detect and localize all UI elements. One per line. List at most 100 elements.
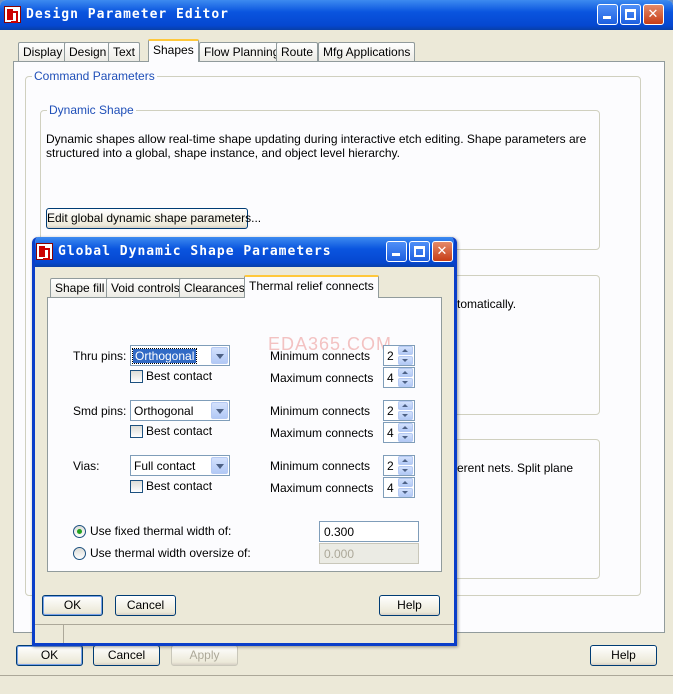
spin-up-icon[interactable]: [398, 478, 413, 487]
spin-down-icon[interactable]: [398, 378, 413, 387]
spin-down-icon[interactable]: [398, 411, 413, 420]
smd-pins-best-contact-checkbox[interactable]: [130, 425, 143, 438]
thru-pins-label: Thru pins:: [73, 349, 127, 363]
close-icon: ✕: [647, 7, 660, 22]
dynamic-shape-group: Dynamic Shape Dynamic shapes allow real-…: [40, 103, 600, 250]
edit-global-dynamic-shape-button[interactable]: Edit global dynamic shape parameters...: [46, 208, 261, 229]
spin-up-icon[interactable]: [398, 456, 413, 465]
vias-max-value: 4: [387, 481, 394, 495]
dialog-help-button[interactable]: Help: [379, 595, 440, 616]
tab-clearances[interactable]: Clearances: [179, 278, 250, 297]
partial-text-split-plane: erent nets. Split plane: [457, 461, 574, 475]
tab-mfg-applications[interactable]: Mfg Applications: [318, 42, 416, 61]
main-apply-button[interactable]: Apply: [171, 645, 238, 666]
main-title-bar[interactable]: Design Parameter Editor ✕: [0, 0, 673, 30]
dialog-status-bar: [35, 624, 454, 643]
thermal-width-oversize-input[interactable]: 0.000: [319, 543, 419, 564]
tab-void-controls[interactable]: Void controls: [106, 278, 185, 297]
vias-value: Full contact: [134, 459, 196, 473]
dialog-tab-strip: Shape fill Void controls Clearances Ther…: [35, 275, 454, 298]
vias-best-contact-label: Best contact: [146, 479, 213, 493]
dynamic-shape-label: Dynamic Shape: [47, 103, 136, 117]
smd-pins-label: Smd pins:: [73, 404, 127, 418]
main-tab-strip: Display Design Text Shapes Flow Planning…: [0, 39, 673, 62]
thermal-relief-panel: EDA365.COM Thru pins: Orthogonal Best co…: [47, 297, 442, 572]
tab-design[interactable]: Design: [64, 42, 112, 61]
dialog-title: Global Dynamic Shape Parameters: [58, 244, 332, 259]
minimize-icon: [392, 253, 400, 256]
partial-text-automatically: tomatically.: [457, 297, 517, 311]
thru-pins-min-value: 2: [387, 349, 394, 363]
fixed-thermal-width-radio[interactable]: [73, 525, 86, 538]
dialog-title-bar[interactable]: Global Dynamic Shape Parameters ✕: [35, 237, 454, 267]
close-button[interactable]: ✕: [643, 4, 664, 25]
spin-up-icon[interactable]: [398, 346, 413, 355]
dialog-ok-button[interactable]: OK: [42, 595, 103, 616]
chevron-down-icon[interactable]: [211, 402, 228, 419]
thru-pins-select[interactable]: Orthogonal: [130, 345, 230, 366]
vias-label: Vias:: [73, 459, 100, 473]
maximize-icon: [625, 9, 636, 20]
thru-pins-max-spinner[interactable]: 4: [383, 367, 415, 388]
dialog-cancel-button[interactable]: Cancel: [115, 595, 176, 616]
dynamic-shape-description-2: structured into a global, shape instance…: [46, 146, 400, 160]
tab-flow-planning[interactable]: Flow Planning: [199, 42, 285, 61]
thermal-width-oversize-radio[interactable]: [73, 547, 86, 560]
tab-thermal-relief-connects[interactable]: Thermal relief connects: [244, 275, 379, 298]
tab-text[interactable]: Text: [108, 42, 141, 61]
main-cancel-button[interactable]: Cancel: [93, 645, 160, 666]
app-icon: [4, 6, 21, 23]
smd-pins-min-value: 2: [387, 404, 394, 418]
smd-pins-max-spinner[interactable]: 4: [383, 422, 415, 443]
tab-shapes[interactable]: Shapes: [148, 39, 199, 62]
spin-up-icon[interactable]: [398, 368, 413, 377]
thru-pins-max-label: Maximum connects: [270, 371, 374, 385]
vias-best-contact-checkbox[interactable]: [130, 480, 143, 493]
vias-min-label: Minimum connects: [270, 459, 371, 473]
main-window-title: Design Parameter Editor: [26, 7, 230, 22]
thru-pins-min-label: Minimum connects: [270, 349, 371, 363]
smd-pins-value: Orthogonal: [134, 404, 194, 418]
status-bar-divider: [63, 625, 64, 643]
fixed-thermal-width-input[interactable]: 0.300: [319, 521, 419, 542]
spin-down-icon[interactable]: [398, 433, 413, 442]
dialog-close-button[interactable]: ✕: [432, 241, 453, 262]
main-help-button[interactable]: Help: [590, 645, 657, 666]
thru-pins-min-spinner[interactable]: 2: [383, 345, 415, 366]
thru-pins-best-contact-label: Best contact: [146, 369, 213, 383]
thru-pins-best-contact-checkbox[interactable]: [130, 370, 143, 383]
spin-down-icon[interactable]: [398, 356, 413, 365]
dynamic-shape-description-1: Dynamic shapes allow real-time shape upd…: [46, 132, 587, 146]
smd-pins-best-contact-label: Best contact: [146, 424, 213, 438]
thermal-width-oversize-label: Use thermal width oversize of:: [90, 546, 251, 560]
spin-down-icon[interactable]: [398, 488, 413, 497]
dialog-maximize-button[interactable]: [409, 241, 430, 262]
vias-max-label: Maximum connects: [270, 481, 374, 495]
spin-up-icon[interactable]: [398, 401, 413, 410]
minimize-icon: [603, 16, 611, 19]
thru-pins-max-value: 4: [387, 371, 394, 385]
vias-max-spinner[interactable]: 4: [383, 477, 415, 498]
spin-down-icon[interactable]: [398, 466, 413, 475]
maximize-button[interactable]: [620, 4, 641, 25]
command-parameters-label: Command Parameters: [32, 69, 157, 83]
smd-pins-max-value: 4: [387, 426, 394, 440]
global-dynamic-shape-parameters-dialog: Global Dynamic Shape Parameters ✕ Shape …: [32, 237, 457, 646]
minimize-button[interactable]: [597, 4, 618, 25]
maximize-icon: [414, 246, 425, 257]
smd-pins-max-label: Maximum connects: [270, 426, 374, 440]
main-ok-button[interactable]: OK: [16, 645, 83, 666]
smd-pins-min-spinner[interactable]: 2: [383, 400, 415, 421]
tab-shape-fill[interactable]: Shape fill: [50, 278, 110, 297]
tab-route[interactable]: Route: [276, 42, 319, 61]
status-bar: [0, 675, 673, 694]
smd-pins-select[interactable]: Orthogonal: [130, 400, 230, 421]
tab-display[interactable]: Display: [18, 42, 68, 61]
chevron-down-icon[interactable]: [211, 457, 228, 474]
spin-up-icon[interactable]: [398, 423, 413, 432]
close-icon: ✕: [436, 244, 449, 259]
vias-min-spinner[interactable]: 2: [383, 455, 415, 476]
dialog-minimize-button[interactable]: [386, 241, 407, 262]
chevron-down-icon[interactable]: [211, 347, 228, 364]
vias-select[interactable]: Full contact: [130, 455, 230, 476]
